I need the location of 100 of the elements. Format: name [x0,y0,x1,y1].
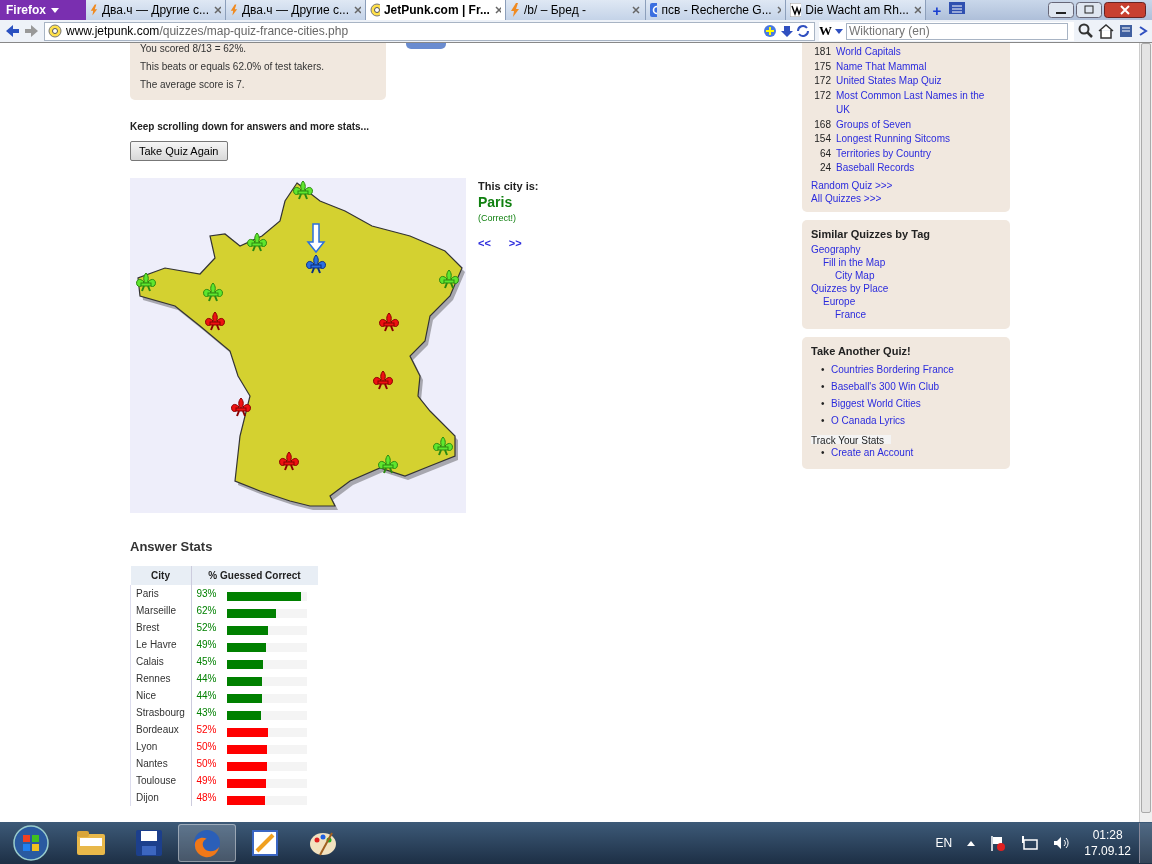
column-header: City [130,566,191,585]
take-quiz-again-button[interactable]: Take Quiz Again [130,141,228,161]
browser-tab[interactable]: псв - Recherche G... [646,0,786,20]
score-text: The average score is 7. [140,79,246,90]
quiz-link[interactable]: Groups of Seven [836,117,912,132]
dropdown-icon [50,5,60,15]
play-count: 172 [813,74,831,88]
site-icon [48,24,62,38]
tag-link[interactable]: City Map [835,269,875,281]
fleur-de-lis-marker[interactable] [279,451,299,471]
clock-time[interactable]: 01:28 [1092,827,1123,843]
tag-link[interactable]: France [835,308,867,320]
panel-title: Similar Quizzes by Tag [811,227,931,240]
volume-icon[interactable] [1052,835,1071,851]
quiz-link[interactable]: Baseball's 300 Win Club [831,380,940,392]
quiz-link[interactable]: Most Common Last Names in the UK [836,88,1001,118]
fleur-de-lis-marker[interactable] [379,312,399,332]
browser-tab[interactable]: Два.ч — Другие с... [86,0,226,20]
tag-link[interactable]: Quizzes by Place [811,282,889,294]
more-quizzes-link[interactable]: Random Quiz >>> [811,179,1001,191]
tag-link[interactable]: Europe [823,295,856,307]
search-icon[interactable] [1078,23,1094,39]
new-tab-button[interactable]: + [926,0,948,20]
tag-link[interactable]: Geography [811,243,861,255]
quiz-link[interactable]: Name That Mammal [836,59,927,74]
city-cell: Le Havre [136,639,177,650]
fleur-de-lis-marker[interactable] [205,311,225,331]
fleur-de-lis-marker[interactable] [231,397,251,417]
quiz-link[interactable]: World Capitals [836,45,901,60]
city-name: Paris [478,194,514,210]
folder-icon [76,830,106,856]
button-edge[interactable] [406,43,446,49]
fleur-de-lis-marker[interactable] [306,254,326,274]
quiz-link[interactable]: Biggest World Cities [831,397,921,409]
wiki-w-icon [790,3,802,17]
percent-text: 52% [196,622,218,633]
percent-text: 44% [196,690,218,701]
quiz-link[interactable]: O Canada Lyrics [831,414,906,426]
more-quizzes-link[interactable]: All Quizzes >>> [811,192,1001,204]
refresh-icon[interactable] [795,24,811,38]
back-arrow-icon[interactable] [4,23,20,39]
play-count: 64 [818,146,831,161]
tab-list-icon[interactable] [948,0,966,16]
play-count: 168 [813,117,831,132]
language-indicator[interactable]: EN [935,836,953,850]
network-icon[interactable] [1020,835,1039,851]
percent-text: 49% [196,775,218,786]
minimize-icon[interactable] [1048,2,1074,18]
restore-icon[interactable] [1076,2,1102,18]
browser-tab[interactable]: /b/ – Бред - [506,0,646,20]
lightning-icon [230,3,238,17]
browser-tab[interactable]: Два.ч — Другие с... [226,0,366,20]
score-text: This beats or equals 62.0% of test takers. [140,61,325,72]
section-title: Answer Stats [130,539,214,554]
search-field[interactable]: Wiktionary (en) [846,22,1068,40]
create-account-link[interactable]: Create an Account [831,446,914,458]
quiz-link[interactable]: United States Map Quiz [836,74,942,89]
percent-text: 48% [196,792,218,803]
fleur-de-lis-marker[interactable] [136,272,156,292]
city-cell: Bordeaux [136,724,179,735]
quiz-link[interactable]: Longest Running Sitcoms [836,132,950,147]
city-prompt: This city is: [478,180,539,192]
fleur-de-lis-marker[interactable] [293,180,313,200]
result-text: (Correct!) [478,213,517,223]
add-icon[interactable] [763,24,779,38]
quiz-link[interactable]: Baseball Records [836,161,915,176]
firefox-menu-button[interactable]: Firefox [0,0,86,20]
bookmarks-icon[interactable] [1118,23,1134,39]
tag-link[interactable]: Fill in the Map [823,256,886,268]
previous-link[interactable]: << [478,237,491,249]
fleur-de-lis-marker[interactable] [378,454,398,474]
bullet: • [821,445,826,460]
play-count: 175 [813,59,831,74]
clock-date[interactable]: 17.09.12 [1084,843,1131,859]
quiz-link[interactable]: Countries Bordering France [831,363,954,375]
fleur-de-lis-marker[interactable] [247,232,267,252]
quiz-link[interactable]: Territories by Country [836,146,932,161]
down-arrow-icon[interactable] [781,24,793,38]
scrollbar[interactable] [1139,43,1152,822]
flag-error-icon[interactable] [990,835,1007,851]
browser-tab[interactable]: JetPunk.com | Fr... [366,0,506,20]
percent-text: 50% [196,741,218,752]
home-icon[interactable] [1098,23,1114,39]
fox-globe-icon [192,828,222,858]
dropdown-icon[interactable] [835,27,843,35]
fleur-de-lis-marker[interactable] [203,282,223,302]
lightning-icon [90,3,98,17]
show-desktop-button[interactable] [1139,823,1152,863]
next-link[interactable]: >> [508,237,522,249]
fleur-de-lis-marker[interactable] [439,269,459,289]
browser-tab[interactable]: Die Wacht am Rh... [786,0,926,20]
city-cell: Dijon [136,792,159,803]
column-header: % Guessed Correct [191,566,318,585]
address-bar[interactable]: www.jetpunk.com/quizzes/map-quiz-france-cities.php [44,21,815,41]
city-cell: Paris [136,588,159,599]
search-engine-label[interactable]: W [819,23,832,39]
up-arrow-icon[interactable] [966,839,977,847]
fleur-de-lis-marker[interactable] [433,436,453,456]
fleur-de-lis-marker[interactable] [373,370,393,390]
bullet: • [821,396,826,411]
